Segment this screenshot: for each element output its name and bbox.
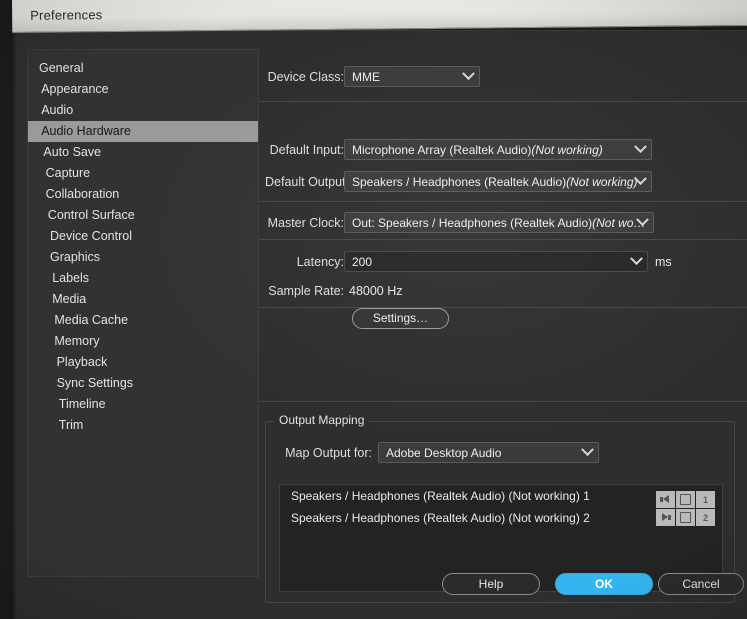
sidebar-item-playback[interactable]: Playback xyxy=(28,352,258,373)
sidebar-item-label: Media Cache xyxy=(54,313,129,327)
sidebar-item-label: Sync Settings xyxy=(56,376,134,390)
sidebar-item-capture[interactable]: Capture xyxy=(28,163,258,184)
sidebar-item-graphics[interactable]: Graphics xyxy=(28,247,258,268)
sidebar-item-label: Playback xyxy=(56,355,108,369)
default-output-label: Default Output: xyxy=(265,175,350,189)
screen-photo: Preferences General Appearance Audio Audio … xyxy=(0,0,747,619)
sidebar-item-label: Control Surface xyxy=(47,208,135,222)
sidebar-item-media-cache[interactable]: Media Cache xyxy=(28,310,258,331)
map-output-for-label: Map Output for: xyxy=(285,446,372,460)
settings-button[interactable]: Settings… xyxy=(352,308,449,329)
sidebar-item-label: Capture xyxy=(45,166,91,180)
sidebar-item-general[interactable]: General xyxy=(28,58,258,79)
sidebar-item-label: Memory xyxy=(54,334,100,348)
sidebar-item-label: Audio Hardware xyxy=(41,124,131,138)
preferences-category-list[interactable]: General Appearance Audio Audio Hardware Auto… xyxy=(27,49,259,577)
channel-number[interactable]: 1 xyxy=(696,491,715,508)
sidebar-item-label: Labels xyxy=(52,271,90,285)
sidebar-item-audio-hardware[interactable]: Audio Hardware xyxy=(28,121,258,142)
channel-box-icon[interactable] xyxy=(676,509,695,526)
output-mapping-row-label: Speakers / Headphones (Realtek Audio) (N… xyxy=(291,489,590,503)
default-output-value: Speakers / Headphones (Realtek Audio) xyxy=(352,174,567,189)
latency-dropdown[interactable]: 200 xyxy=(344,251,648,272)
sidebar-item-label: Device Control xyxy=(50,229,132,243)
sidebar-item-memory[interactable]: Memory xyxy=(28,331,258,352)
chevron-down-icon xyxy=(462,67,475,80)
divider xyxy=(259,101,747,102)
divider xyxy=(259,307,747,308)
sidebar-item-appearance[interactable]: Appearance xyxy=(28,79,258,100)
default-input-dropdown[interactable]: Microphone Array (Realtek Audio) (Not wo… xyxy=(344,139,652,160)
channel-assignment-grid[interactable]: 12 xyxy=(656,491,715,526)
channel-number[interactable]: 2 xyxy=(696,509,715,526)
chevron-down-icon xyxy=(630,252,643,265)
help-button[interactable]: Help xyxy=(442,573,540,595)
default-output-dropdown[interactable]: Speakers / Headphones (Realtek Audio) (N… xyxy=(344,171,652,192)
sidebar-item-label: Appearance xyxy=(41,82,109,96)
map-output-for-value: Adobe Desktop Audio xyxy=(386,445,502,460)
default-input-status: (Not working) xyxy=(531,142,603,157)
window-titlebar[interactable]: Preferences xyxy=(12,0,747,33)
speaker-right-icon[interactable] xyxy=(656,491,675,508)
device-class-label: Device Class: xyxy=(267,70,344,84)
latency-unit: ms xyxy=(655,255,672,269)
master-clock-dropdown[interactable]: Out: Speakers / Headphones (Realtek Audi… xyxy=(344,212,654,233)
audio-hardware-pane: Device Class: MME Default Input: Microph… xyxy=(259,49,747,619)
channel-box-icon[interactable] xyxy=(676,491,695,508)
divider xyxy=(259,201,747,202)
sidebar-item-label: Graphics xyxy=(50,250,101,264)
latency-label: Latency: xyxy=(296,255,344,269)
sidebar-item-media[interactable]: Media xyxy=(28,289,258,310)
default-output-status: (Not working) xyxy=(566,174,638,189)
sidebar-item-label: Audio xyxy=(41,103,74,117)
preferences-dialog: General Appearance Audio Audio Hardware Auto… xyxy=(10,30,747,619)
divider xyxy=(259,401,747,402)
sidebar-item-label: General xyxy=(39,61,84,75)
master-clock-label: Master Clock: xyxy=(267,216,344,230)
sidebar-item-sync-settings[interactable]: Sync Settings xyxy=(28,373,258,394)
sidebar-item-label: Timeline xyxy=(58,397,106,411)
sample-rate-label: Sample Rate: xyxy=(268,284,344,298)
sidebar-item-collaboration[interactable]: Collaboration xyxy=(28,184,258,205)
cancel-button[interactable]: Cancel xyxy=(658,573,744,595)
sidebar-item-auto-save[interactable]: Auto Save xyxy=(28,142,258,163)
chevron-down-icon xyxy=(634,140,647,153)
default-input-value: Microphone Array (Realtek Audio) xyxy=(352,142,532,157)
sidebar-item-timeline[interactable]: Timeline xyxy=(28,394,258,415)
sidebar-item-label: Trim xyxy=(58,418,84,432)
chevron-down-icon xyxy=(581,443,594,456)
divider xyxy=(259,239,747,240)
sidebar-item-trim[interactable]: Trim xyxy=(28,415,258,436)
window-title: Preferences xyxy=(30,7,103,23)
sidebar-item-audio[interactable]: Audio xyxy=(28,100,258,121)
output-mapping-label: Output Mapping xyxy=(274,413,370,427)
output-mapping-row-label: Speakers / Headphones (Realtek Audio) (N… xyxy=(291,511,590,525)
default-input-label: Default Input: xyxy=(269,143,344,157)
sidebar-item-label: Media xyxy=(52,292,87,306)
latency-value: 200 xyxy=(352,254,373,269)
sidebar-item-control-surface[interactable]: Control Surface xyxy=(28,205,258,226)
ok-button[interactable]: OK xyxy=(555,573,653,595)
sidebar-item-device-control[interactable]: Device Control xyxy=(28,226,258,247)
sidebar-item-labels[interactable]: Labels xyxy=(28,268,258,289)
sidebar-item-label: Auto Save xyxy=(43,145,102,159)
sidebar-item-label: Collaboration xyxy=(45,187,120,201)
device-class-dropdown[interactable]: MME xyxy=(344,66,480,87)
sample-rate-value: 48000 Hz xyxy=(349,284,403,298)
speaker-left-icon[interactable] xyxy=(656,509,675,526)
device-class-value: MME xyxy=(352,69,380,84)
master-clock-value: Out: Speakers / Headphones (Realtek Audi… xyxy=(352,215,593,230)
map-output-for-dropdown[interactable]: Adobe Desktop Audio xyxy=(378,442,599,463)
